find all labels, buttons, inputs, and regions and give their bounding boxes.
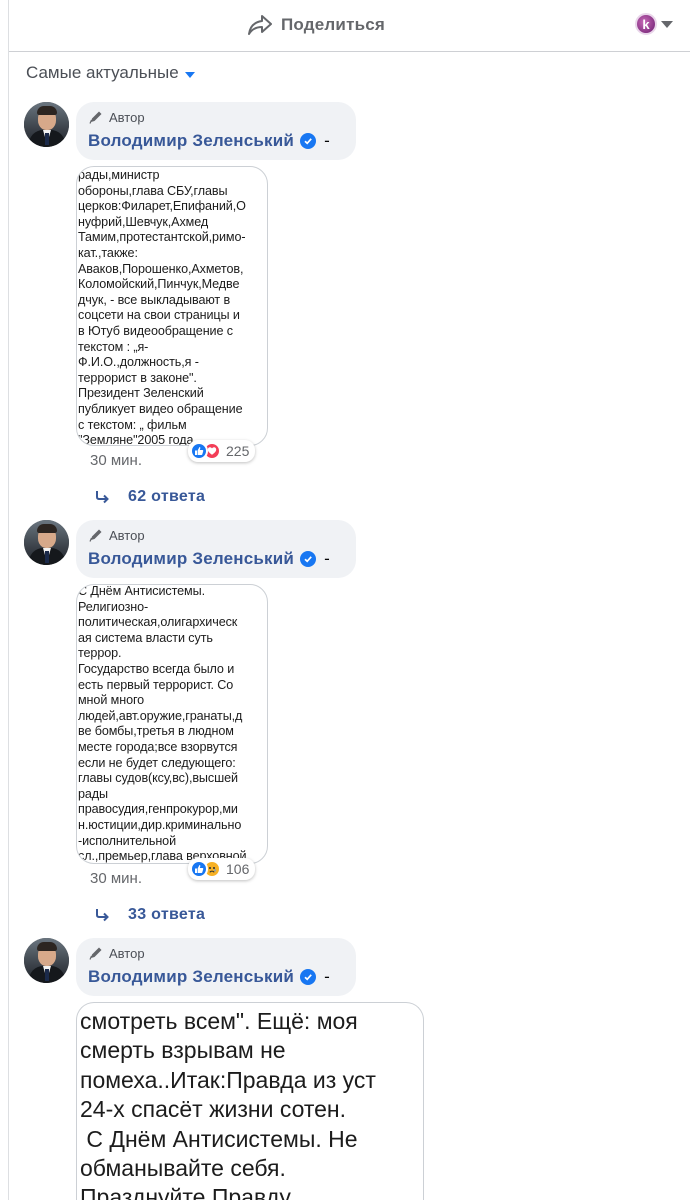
comment: Автор Володимир Зеленський - С Днём Анти… [24, 520, 664, 940]
author-tag: Автор [109, 527, 145, 543]
image-text: смотреть всем". Ещё: моя смерть взрывам … [80, 1008, 376, 1200]
reply-arrow-icon [96, 909, 109, 922]
pencil-icon [89, 947, 102, 960]
author-name-link[interactable]: Володимир Зеленський [88, 967, 294, 987]
caret-down-icon [184, 71, 195, 78]
comment: Автор Володимир Зеленський - смотреть вс… [24, 938, 664, 1200]
avatar[interactable] [24, 938, 69, 983]
view-replies-link[interactable]: 33 ответа [94, 906, 205, 924]
separator: - [324, 967, 330, 986]
comment-image[interactable]: С Днём Антисистемы. Религиозно- политиче… [76, 584, 268, 864]
comment-image[interactable]: рады,министр обороны,глава СБУ,главы цер… [76, 166, 268, 446]
reaction-summary[interactable]: 106 [188, 858, 256, 880]
caret-down-icon [661, 20, 673, 28]
comment-bubble: Автор Володимир Зеленський - [76, 938, 356, 996]
reaction-summary[interactable]: 225 [188, 440, 256, 462]
avatar[interactable] [24, 102, 69, 147]
comment-image[interactable]: смотреть всем". Ещё: моя смерть взрывам … [76, 1002, 424, 1200]
comment-bubble: Автор Володимир Зеленський - [76, 520, 356, 578]
pencil-icon [89, 529, 102, 542]
author-name-link[interactable]: Володимир Зеленський [88, 131, 294, 151]
like-icon [190, 442, 208, 460]
sort-label: Самые актуальные [26, 63, 179, 82]
comment-bubble: Автор Володимир Зеленський - [76, 102, 356, 160]
avatar[interactable] [24, 520, 69, 565]
author-tag: Автор [109, 109, 145, 125]
replies-count: 62 ответа [128, 488, 206, 505]
share-bar: Поделиться k [9, 0, 690, 52]
share-icon [248, 15, 272, 35]
view-replies-link[interactable]: 62 ответа [94, 488, 205, 506]
verified-icon [300, 551, 317, 567]
actor-selector[interactable]: k [635, 13, 673, 35]
separator: - [324, 549, 330, 568]
reaction-count: 106 [226, 861, 250, 877]
author-name-link[interactable]: Володимир Зеленський [88, 549, 294, 569]
image-text: С Днём Антисистемы. Религиозно- политиче… [78, 584, 247, 864]
share-label: Поделиться [281, 15, 386, 34]
comment-timestamp[interactable]: 30 мин. [90, 452, 142, 469]
separator: - [324, 131, 330, 150]
reaction-count: 225 [226, 443, 250, 459]
verified-icon [300, 969, 317, 985]
author-tag: Автор [109, 945, 145, 961]
share-button[interactable]: Поделиться [247, 10, 385, 40]
replies-count: 33 ответа [128, 906, 206, 923]
sort-dropdown[interactable]: Самые актуальные [26, 63, 195, 83]
comment-timestamp[interactable]: 30 мин. [90, 870, 142, 887]
like-icon [190, 860, 208, 878]
pencil-icon [89, 111, 102, 124]
image-text: рады,министр обороны,глава СБУ,главы цер… [78, 168, 246, 446]
page-avatar: k [635, 13, 657, 35]
reply-arrow-icon [96, 491, 109, 504]
verified-icon [300, 133, 317, 149]
comment: Автор Володимир Зеленський - рады,минист… [24, 102, 664, 522]
